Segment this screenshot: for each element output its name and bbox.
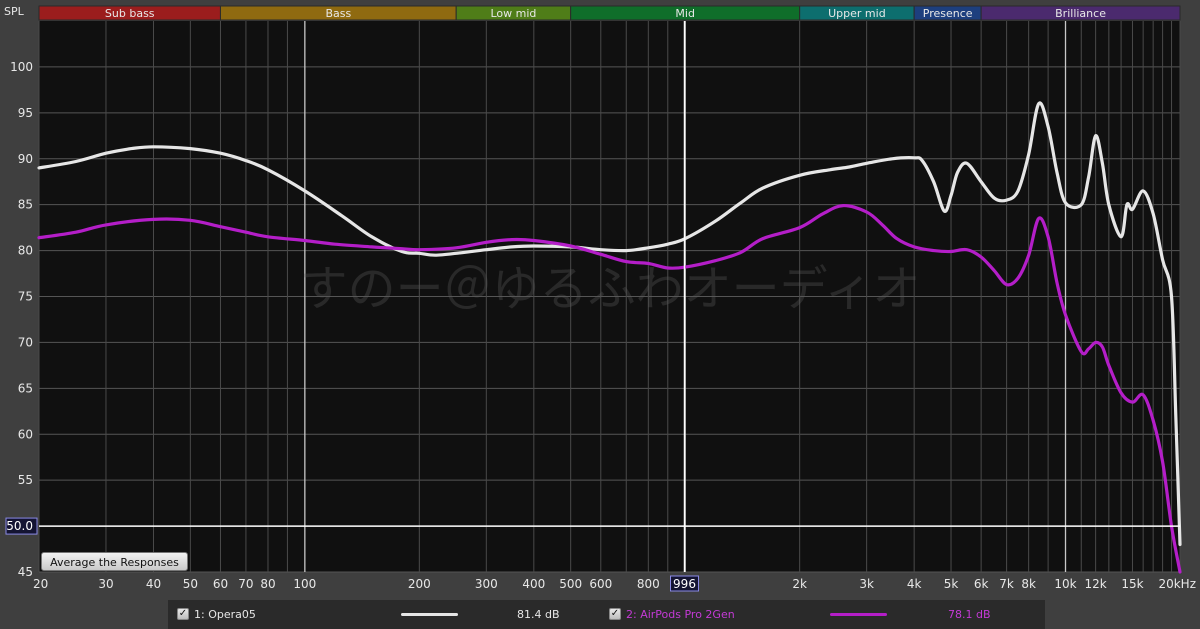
cursor-spl-readout: 50.0: [6, 519, 33, 533]
legend-swatch-2: [830, 613, 887, 616]
x-tick-40: 40: [146, 577, 161, 591]
x-tick-4k: 4k: [907, 577, 922, 591]
y-tick-55: 55: [18, 473, 33, 487]
x-tick-10k: 10k: [1054, 577, 1076, 591]
watermark: すのー＠ゆるふわオーディオ: [300, 261, 921, 317]
x-tick-600: 600: [589, 577, 612, 591]
band-label-upper-mid: Upper mid: [828, 7, 886, 20]
band-label-mid: Mid: [675, 7, 695, 20]
legend-value-2: 78.1 dB: [948, 608, 991, 621]
x-tick-15k: 15k: [1121, 577, 1143, 591]
legend-checkbox-1[interactable]: ✓: [177, 608, 189, 620]
x-tick-7k: 7k: [999, 577, 1014, 591]
x-tick-2k: 2k: [792, 577, 807, 591]
x-tick-400: 400: [522, 577, 545, 591]
legend-value-1: 81.4 dB: [517, 608, 560, 621]
band-label-bass: Bass: [325, 7, 351, 20]
legend-swatch-1: [401, 613, 458, 616]
x-tick-5k: 5k: [944, 577, 959, 591]
y-tick-65: 65: [18, 381, 33, 395]
x-tick-12k: 12k: [1085, 577, 1107, 591]
x-tick-8k: 8k: [1021, 577, 1036, 591]
x-tick-30: 30: [98, 577, 113, 591]
y-tick-60: 60: [18, 427, 33, 441]
legend-bar: ✓ 1: Opera05 81.4 dB ✓ 2: AirPods Pro 2G…: [168, 600, 1045, 629]
frequency-response-chart[interactable]: Sub bass Bass Low mid Mid Upper mid Presence B…: [0, 0, 1200, 600]
x-tick-50: 50: [183, 577, 198, 591]
x-tick-6k: 6k: [974, 577, 989, 591]
band-label-sub-bass: Sub bass: [105, 7, 155, 20]
y-axis-label: SPL: [4, 5, 25, 18]
frequency-band-bar: Sub bass Bass Low mid Mid Upper mid Presence B…: [38, 5, 1181, 21]
band-label-low-mid: Low mid: [490, 7, 536, 20]
x-tick-3k: 3k: [859, 577, 874, 591]
x-tick-300: 300: [475, 577, 498, 591]
y-tick-70: 70: [18, 335, 33, 349]
x-tick-20: 20: [33, 577, 48, 591]
cursor-freq-readout: 996: [673, 577, 696, 591]
band-label-presence: Presence: [923, 7, 973, 20]
legend-label-1: 1: Opera05: [194, 608, 256, 621]
x-tick-200: 200: [408, 577, 431, 591]
y-tick-90: 90: [18, 152, 33, 166]
legend-checkbox-2[interactable]: ✓: [609, 608, 621, 620]
y-tick-80: 80: [18, 244, 33, 258]
x-tick-800: 800: [637, 577, 660, 591]
y-tick-95: 95: [18, 106, 33, 120]
y-tick-75: 75: [18, 290, 33, 304]
average-responses-button[interactable]: Average the Responses: [41, 552, 188, 571]
x-tick-500: 500: [559, 577, 582, 591]
y-tick-100: 100: [10, 60, 33, 74]
x-tick-60: 60: [213, 577, 228, 591]
y-tick-85: 85: [18, 198, 33, 212]
y-tick-45: 45: [18, 565, 33, 579]
x-tick-100: 100: [293, 577, 316, 591]
x-tick-20kHz: 20kHz: [1158, 577, 1196, 591]
legend-label-2: 2: AirPods Pro 2Gen: [626, 608, 735, 621]
band-label-brilliance: Brilliance: [1055, 7, 1106, 20]
x-tick-80: 80: [260, 577, 275, 591]
x-tick-70: 70: [238, 577, 253, 591]
